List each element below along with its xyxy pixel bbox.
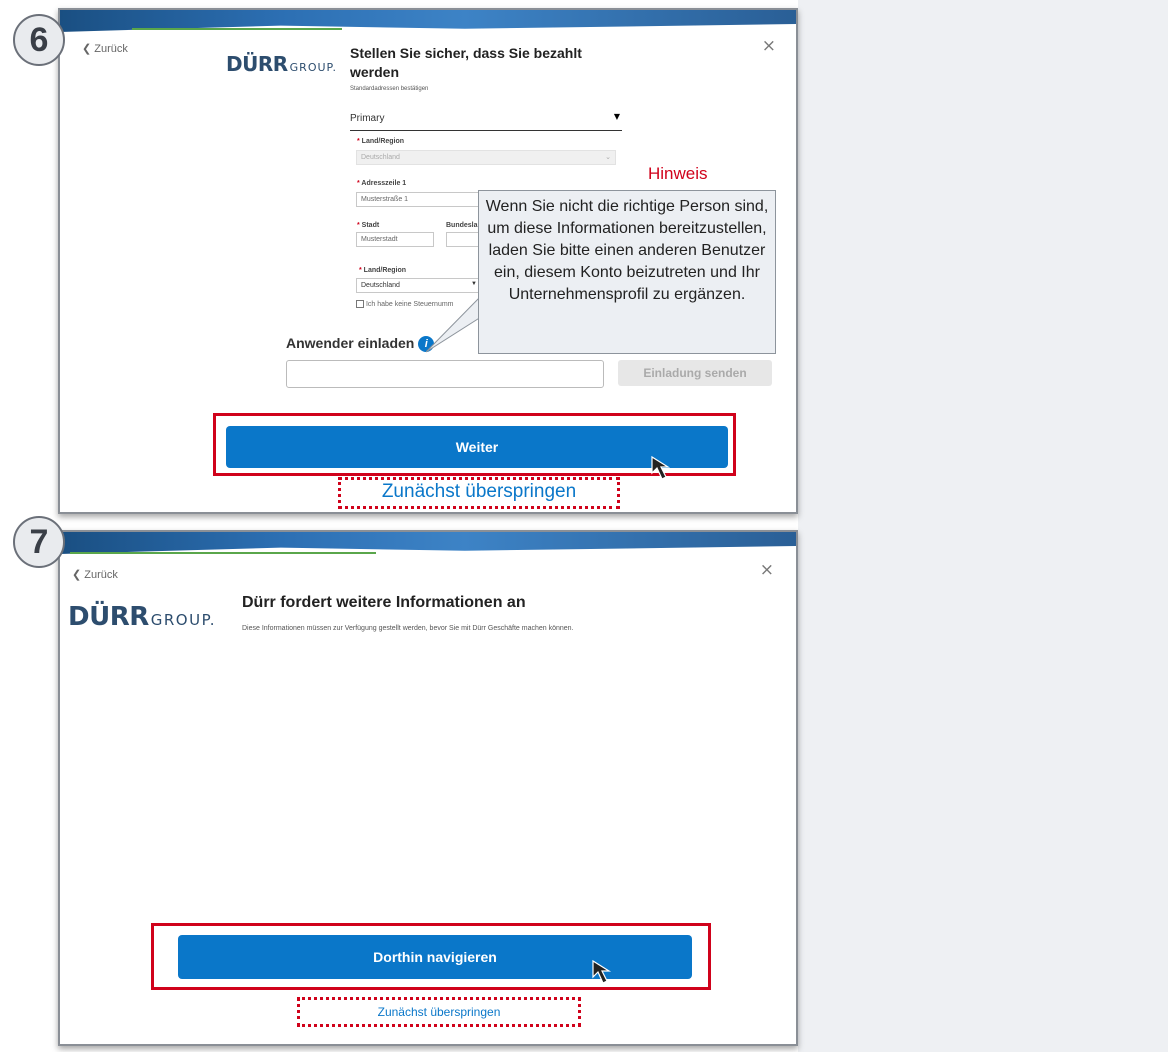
close-icon[interactable]: ×: [760, 560, 774, 580]
progress-bar: [70, 552, 376, 554]
address-select[interactable]: Primary ▼: [350, 110, 622, 131]
back-link[interactable]: ❮ Zurück: [82, 42, 128, 55]
city-field[interactable]: Musterstadt: [356, 232, 434, 247]
durr-logo: DÜRR GROUP.: [226, 52, 337, 76]
tax-country-label: * Land/Region: [359, 267, 407, 274]
page-subtitle: Standardadressen bestätigen: [350, 86, 429, 92]
city-label: * Stadt: [357, 222, 380, 229]
close-icon[interactable]: ×: [762, 36, 776, 56]
chevron-down-icon: ⌄: [605, 154, 611, 161]
back-link[interactable]: ❮ Zurück: [72, 568, 118, 581]
chevron-left-icon: ❮: [72, 569, 82, 581]
highlight-navigate: [151, 923, 711, 990]
country-field[interactable]: Deutschland ⌄: [356, 150, 616, 165]
checkbox-icon: [356, 300, 364, 308]
chevron-left-icon: ❮: [82, 43, 92, 55]
country-label: * Land/Region: [357, 138, 405, 145]
step-badge-7: 7: [13, 516, 65, 568]
page-description: Diese Informationen müssen zur Verfügung…: [242, 625, 574, 632]
step-badge-6: 6: [13, 14, 65, 66]
hint-title: Hinweis: [648, 164, 708, 183]
address-field[interactable]: Musterstraße 1: [356, 192, 482, 207]
top-banner: [60, 532, 796, 554]
state-label: Bundeslan: [446, 222, 482, 229]
cursor-icon: [592, 959, 612, 984]
caret-down-icon: ▼: [613, 112, 620, 121]
cursor-icon: [651, 455, 671, 480]
skip-link[interactable]: Zunächst überspringen: [338, 481, 620, 503]
skip-link[interactable]: Zunächst überspringen: [297, 1005, 581, 1019]
progress-bar: [132, 28, 342, 30]
invite-email-input[interactable]: [286, 360, 604, 388]
caret-down-icon: ▼: [471, 281, 477, 287]
page-title: Stellen Sie sicher, dass Sie bezahlt wer…: [350, 45, 582, 80]
address-label: * Adresszeile 1: [357, 180, 407, 187]
durr-logo: DÜRR GROUP.: [68, 602, 217, 632]
page-title: Dürr fordert weitere Informationen an: [242, 594, 526, 611]
hint-callout: Wenn Sie nicht die richtige Person sind,…: [478, 190, 776, 354]
send-invite-button[interactable]: Einladung senden: [618, 360, 772, 386]
tax-country-field[interactable]: Deutschland ▼: [356, 278, 482, 293]
background-panel: [798, 0, 1168, 1052]
invite-user-label: Anwender einladen i: [286, 335, 435, 353]
